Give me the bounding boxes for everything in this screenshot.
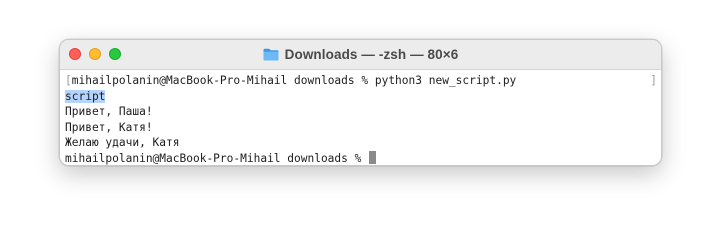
- output-line-text: Привет, Катя!: [65, 120, 153, 134]
- terminal-line: mihailpolanin@MacBook-Pro-Mihail downloa…: [65, 150, 516, 166]
- window-title: Downloads — -zsh — 80×6: [284, 47, 459, 62]
- command-mark-open: [: [65, 74, 72, 87]
- output-line-text: Желаю удачи, Катя: [65, 136, 180, 149]
- terminal-window: Downloads — -zsh — 80×6 [mihailpolanin@M…: [59, 39, 662, 166]
- terminal-line: script: [65, 89, 516, 105]
- command-mark-close: ]: [650, 74, 657, 87]
- terminal-line: Привет, Паша!: [65, 104, 516, 120]
- terminal-line: [mihailpolanin@MacBook-Pro-Mihail downlo…: [65, 73, 516, 89]
- folder-icon: [263, 48, 279, 61]
- terminal-lines: [mihailpolanin@MacBook-Pro-Mihail downlo…: [65, 73, 516, 166]
- terminal-line: Привет, Катя!: [65, 120, 516, 136]
- text-cursor: [369, 150, 377, 164]
- command-line-text: mihailpolanin@MacBook-Pro-Mihail downloa…: [71, 74, 517, 87]
- terminal-output-area[interactable]: [mihailpolanin@MacBook-Pro-Mihail downlo…: [60, 70, 661, 165]
- title-bar[interactable]: Downloads — -zsh — 80×6: [60, 40, 661, 70]
- window-title-group: Downloads — -zsh — 80×6: [60, 40, 661, 69]
- prompt-line-text: mihailpolanin@MacBook-Pro-Mihail downloa…: [65, 151, 369, 165]
- selected-output-text[interactable]: script: [65, 89, 106, 103]
- output-line-text: Привет, Паша!: [65, 105, 153, 118]
- terminal-line: Желаю удачи, Катя: [65, 135, 516, 151]
